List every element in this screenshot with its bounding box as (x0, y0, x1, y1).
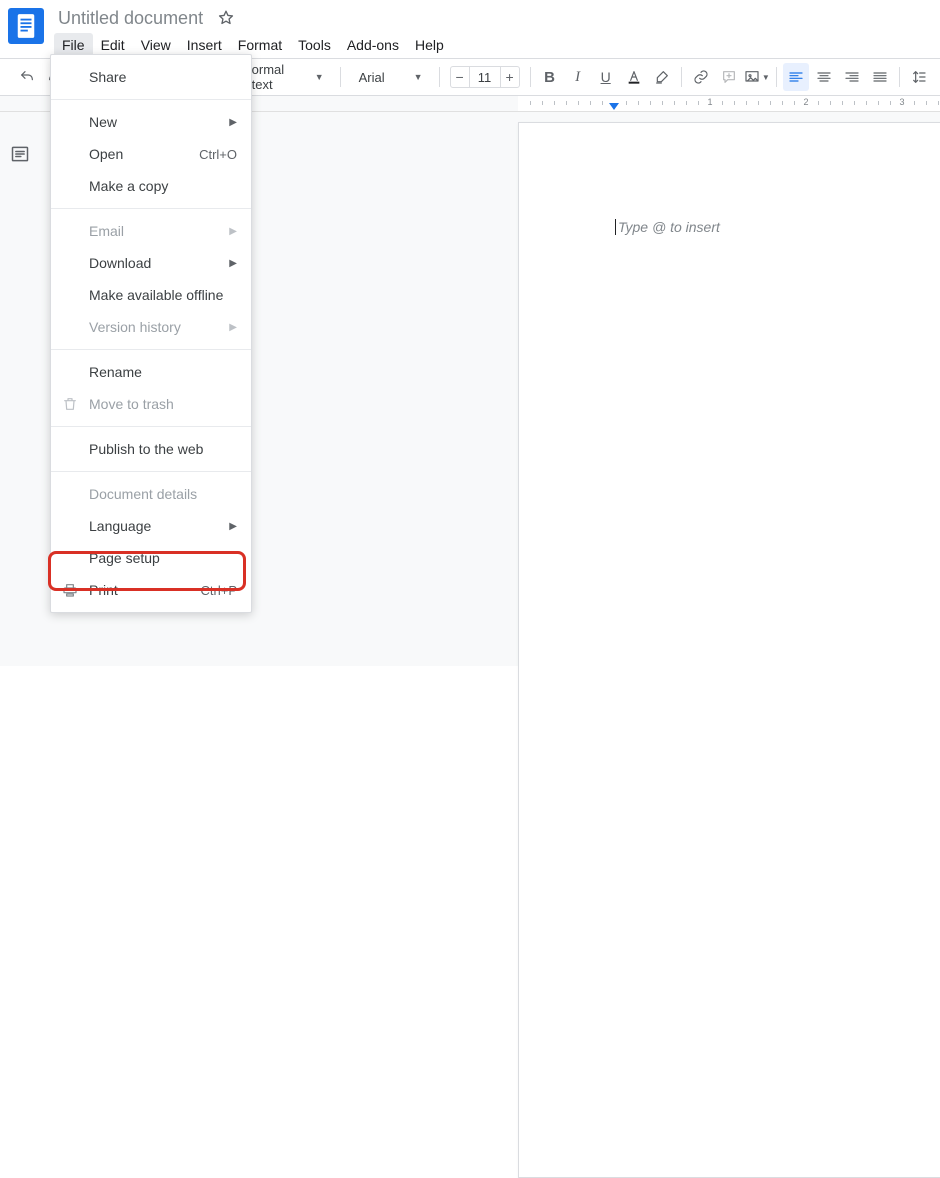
menu-addons[interactable]: Add-ons (339, 33, 407, 57)
insert-image-button[interactable]: ▼ (744, 63, 770, 91)
star-icon[interactable] (217, 9, 235, 27)
italic-button[interactable]: I (565, 63, 591, 91)
file-menu-rename[interactable]: Rename (51, 356, 251, 388)
file-menu-details[interactable]: Document details (51, 478, 251, 510)
menu-item-label: Download (89, 255, 151, 271)
menu-item-label: Language (89, 518, 151, 534)
menu-item-label: Open (89, 146, 123, 162)
menu-item-label: Rename (89, 364, 142, 380)
trash-icon (61, 395, 79, 413)
highlight-color-button[interactable] (649, 63, 675, 91)
file-menu-dropdown: ShareNew▶OpenCtrl+OMake a copyEmail▶Down… (50, 54, 252, 613)
menu-item-label: Page setup (89, 550, 160, 566)
menu-separator (51, 208, 251, 209)
file-menu-history[interactable]: Version history ▶ (51, 311, 251, 343)
submenu-arrow-icon: ▶ (229, 117, 237, 128)
font-size-increase[interactable]: + (500, 66, 520, 88)
menu-item-label: Publish to the web (89, 441, 203, 457)
menu-separator (51, 471, 251, 472)
ruler-number: 1 (707, 97, 712, 107)
font-size-decrease[interactable]: − (450, 66, 470, 88)
menu-separator (51, 349, 251, 350)
font-family-label: Arial (359, 70, 385, 85)
caret-down-icon: ▼ (315, 72, 324, 82)
undo-button[interactable] (14, 63, 40, 91)
bold-button[interactable]: B (536, 63, 562, 91)
menu-item-label: Document details (89, 486, 197, 502)
menu-item-label: Make a copy (89, 178, 168, 194)
line-spacing-button[interactable] (906, 63, 932, 91)
page-placeholder: Type @ to insert (618, 219, 720, 235)
file-menu-language[interactable]: Language ▶ (51, 510, 251, 542)
file-menu-offline[interactable]: Make available offline (51, 279, 251, 311)
docs-logo[interactable] (8, 8, 44, 44)
submenu-arrow-icon: ▶ (229, 258, 237, 269)
menu-item-label: New (89, 114, 117, 130)
paragraph-style-select[interactable]: ormal text ▼ (244, 65, 330, 89)
document-outline-button[interactable] (6, 140, 34, 168)
file-menu-pagesetup[interactable]: Page setup (51, 542, 251, 574)
menu-separator (51, 426, 251, 427)
ruler-number: 2 (803, 97, 808, 107)
separator (776, 67, 777, 87)
file-menu-new[interactable]: New ▶ (51, 106, 251, 138)
file-menu-download[interactable]: Download ▶ (51, 247, 251, 279)
separator (899, 67, 900, 87)
file-menu-print[interactable]: Print Ctrl+P (51, 574, 251, 606)
file-menu-publish[interactable]: Publish to the web (51, 433, 251, 465)
menu-item-label: Version history (89, 319, 181, 335)
menu-item-label: Email (89, 223, 124, 239)
caret-down-icon: ▼ (414, 72, 423, 82)
underline-button[interactable]: U (593, 63, 619, 91)
separator (340, 67, 341, 87)
insert-link-button[interactable] (688, 63, 714, 91)
menu-tools[interactable]: Tools (290, 33, 339, 57)
document-page[interactable]: Type @ to insert (518, 122, 940, 1178)
file-menu-email[interactable]: Email ▶ (51, 215, 251, 247)
submenu-arrow-icon: ▶ (229, 521, 237, 532)
submenu-arrow-icon: ▶ (229, 322, 237, 333)
separator (439, 67, 440, 87)
file-menu-copy[interactable]: Make a copy (51, 170, 251, 202)
document-title[interactable]: Untitled document (54, 8, 203, 29)
font-family-select[interactable]: Arial ▼ (351, 65, 429, 89)
menu-shortcut: Ctrl+P (201, 583, 237, 598)
menu-item-label: Make available offline (89, 287, 223, 303)
menu-separator (51, 99, 251, 100)
menu-item-label: Move to trash (89, 396, 174, 412)
add-comment-button[interactable] (716, 63, 742, 91)
text-color-button[interactable] (621, 63, 647, 91)
align-justify-button[interactable] (867, 63, 893, 91)
file-menu-share[interactable]: Share (51, 61, 251, 93)
menu-item-label: Share (89, 69, 126, 85)
font-size-input[interactable]: 11 (470, 66, 500, 88)
align-center-button[interactable] (811, 63, 837, 91)
menu-shortcut: Ctrl+O (199, 147, 237, 162)
submenu-arrow-icon: ▶ (229, 226, 237, 237)
separator (530, 67, 531, 87)
separator (681, 67, 682, 87)
print-icon (61, 581, 79, 599)
menu-help[interactable]: Help (407, 33, 452, 57)
indent-marker[interactable] (609, 103, 619, 110)
file-menu-trash[interactable]: Move to trash (51, 388, 251, 420)
menu-item-label: Print (89, 582, 118, 598)
ruler-number: 3 (899, 97, 904, 107)
align-left-button[interactable] (783, 63, 809, 91)
align-right-button[interactable] (839, 63, 865, 91)
file-menu-open[interactable]: Open Ctrl+O (51, 138, 251, 170)
paragraph-style-label: ormal text (252, 62, 307, 92)
